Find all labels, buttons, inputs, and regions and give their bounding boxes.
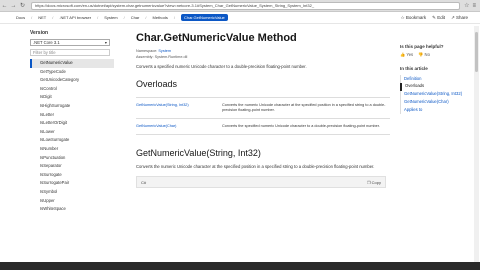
browser-toolbar: ← → ↻ https://docs.microsoft.com/en-us/d… [0,0,480,12]
browser-actions: ☆ ≡ [460,2,480,10]
toc-item[interactable]: IsWhiteSpace [30,205,114,214]
toc-item[interactable]: IsControl [30,85,114,94]
copy-label: Copy [371,179,381,185]
page-title: Char.GetNumericValue Method [136,32,297,44]
breadcrumb-separator: / [173,15,175,20]
toc-item[interactable]: IsLowSurrogate [30,136,114,145]
overload-link[interactable]: GetNumericValue(Char) [136,124,222,129]
section-desc: Converts the numeric Unicode character a… [136,164,375,169]
article-link[interactable]: GetNumericValue(Char) [401,98,472,106]
article: Char.GetNumericValue Method Namespace: S… [136,26,390,262]
chevron-down-icon: ▾ [104,40,107,45]
article-link[interactable]: Definition [401,75,472,83]
toc-item[interactable]: IsPunctuation [30,154,114,163]
status-bar [0,262,480,270]
toc-item[interactable]: IsLower [30,128,114,137]
breadcrumb-item[interactable]: NET [38,15,46,20]
in-article-heading: In this article [400,66,428,71]
refresh-icon[interactable]: ↻ [18,1,27,10]
share-button[interactable]: ↗ Share [451,15,468,21]
back-arrow-icon[interactable]: ← [0,1,9,10]
yes-label: Yes [406,52,414,57]
filter-input[interactable]: Filter by title [30,49,110,56]
api-meta: Namespace: System Assembly: System.Runti… [136,48,390,60]
overloads-heading: Overloads [136,79,178,89]
intro-text: Converts a specified numeric Unicode cha… [136,64,307,69]
toc-list: GetNumericValue GetTypeCode GetUnicodeCa… [30,59,114,214]
article-link[interactable]: Applies to [401,106,472,114]
no-label: No [424,52,430,57]
breadcrumb-current[interactable]: Char.GetNumericValue [180,14,228,21]
breadcrumb-separator: / [97,15,99,20]
overloads-table: GetNumericValue(String, Int32) Converts … [136,97,390,135]
code-lang: C# [141,179,147,185]
toc-item[interactable]: IsLetterOrDigit [30,119,114,128]
toc-item[interactable]: IsSymbol [30,188,114,197]
breadcrumb-item[interactable]: Methods [152,15,167,20]
table-row: GetNumericValue(Char) Converts the speci… [136,119,390,135]
copy-button[interactable]: ❐ Copy [367,180,381,185]
star-icon[interactable]: ☆ [464,2,469,9]
toc-item[interactable]: IsSurrogatePair [30,179,114,188]
bookmark-label: Bookmark [405,14,427,20]
yes-button[interactable]: 👍 Yes [400,52,413,58]
namespace-label: Namespace: [136,49,158,53]
toc-item[interactable]: IsNumber [30,145,114,154]
breadcrumb-item[interactable]: .NET API browser [59,15,91,20]
toc-item[interactable]: GetTypeCode [30,68,114,77]
page-actions: ☆ Bookmark ✎ Edit ↗ Share [401,15,480,21]
no-button[interactable]: 👎 No [418,52,430,58]
overload-desc: Converts the specified numeric Unicode c… [222,124,380,128]
toc-item[interactable]: IsSeparator [30,162,114,171]
section-heading: GetNumericValue(String, Int32) [136,148,261,158]
toc-item[interactable]: IsHighSurrogate [30,102,114,111]
toc-item[interactable]: IsLetter [30,111,114,120]
namespace-link[interactable]: System [158,49,171,53]
breadcrumb-separator: / [145,15,147,20]
edit-label: Edit [437,14,445,20]
breadcrumb: Docs / NET / .NET API browser / System /… [0,12,480,24]
left-nav: Version .NET Core 3.1 ▾ Filter by title … [30,26,114,262]
article-toc: Definition Overloads GetNumericValue(Str… [400,75,472,114]
docs-page: Docs / NET / .NET API browser / System /… [0,12,480,262]
overload-link[interactable]: GetNumericValue(String, Int32) [136,103,222,113]
edit-button[interactable]: ✎ Edit [432,15,445,21]
url-text: https://docs.microsoft.com/en-us/dotnet/… [35,3,315,8]
right-nav: Is this page helpful? 👍 Yes 👎 No In this… [400,26,472,262]
article-link[interactable]: GetNumericValue(String, Int32) [401,91,472,99]
version-select[interactable]: .NET Core 3.1 ▾ [30,39,110,46]
menu-icon[interactable]: ≡ [472,3,476,9]
version-title: Version [30,30,49,36]
helpful-heading: Is this page helpful? [400,44,444,49]
breadcrumb-item[interactable]: Char [131,15,140,20]
article-link[interactable]: Overloads [400,82,472,91]
feedback-buttons: 👍 Yes 👎 No [400,52,472,58]
table-row: GetNumericValue(String, Int32) Converts … [136,98,390,119]
bookmark-button[interactable]: ☆ Bookmark [401,15,427,21]
version-value: .NET Core 3.1 [33,40,60,45]
overload-desc: Converts the numeric Unicode character a… [222,103,386,112]
toc-item[interactable]: GetNumericValue [30,59,114,68]
forward-arrow-icon[interactable]: → [9,1,18,10]
toc-item[interactable]: IsSurrogate [30,171,114,180]
breadcrumb-item[interactable]: Docs [16,15,25,20]
breadcrumb-separator: / [123,15,125,20]
scrollbar-thumb[interactable] [475,32,478,72]
breadcrumb-item[interactable]: System [104,15,117,20]
code-block: C# ❐ Copy [136,176,386,188]
assembly-value: System.Runtime.dll [154,55,188,59]
share-label: Share [455,14,468,20]
filter-placeholder: Filter by title [33,50,56,55]
assembly-label: Assembly: [136,55,154,59]
toc-item[interactable]: IsDigit [30,93,114,102]
toc-item[interactable]: IsUpper [30,197,114,206]
breadcrumb-separator: / [52,15,54,20]
address-bar[interactable]: https://docs.microsoft.com/en-us/dotnet/… [31,1,461,10]
breadcrumb-separator: / [31,15,33,20]
toc-item[interactable]: GetUnicodeCategory [30,76,114,85]
